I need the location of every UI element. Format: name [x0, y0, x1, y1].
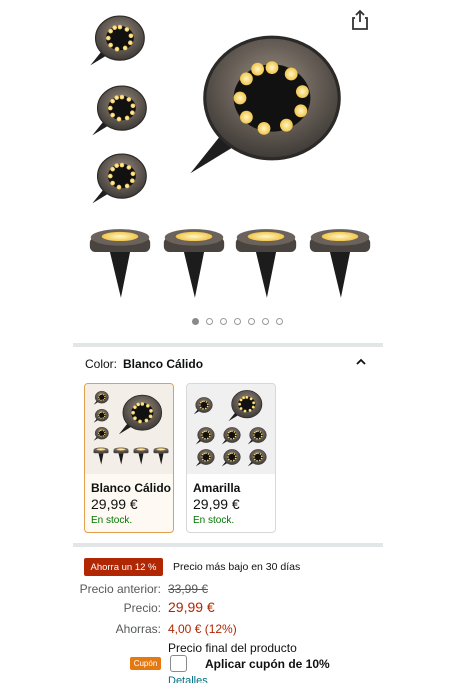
color-selector-header[interactable]: Color: Blanco Cálido [85, 357, 375, 371]
swatch-image [187, 384, 275, 474]
pagination-dot[interactable] [220, 318, 227, 325]
side-view-light [308, 226, 372, 300]
swatch-name: Blanco Cálido [91, 481, 172, 495]
pagination-dot[interactable] [234, 318, 241, 325]
product-thumbnail-light [84, 150, 154, 208]
chevron-up-icon[interactable] [354, 355, 368, 369]
swatch-stock: En stock. [91, 515, 133, 526]
coupon-text[interactable]: Aplicar cupón de 10% [205, 657, 330, 671]
section-divider [73, 543, 383, 547]
color-swatch-blanco-calido[interactable]: Blanco Cálido 29,99 € En stock. [84, 383, 174, 533]
color-selected-value: Blanco Cálido [123, 357, 204, 371]
savings-value: 4,00 € (12%) [168, 622, 237, 636]
swatch-image [85, 384, 173, 474]
product-main-image [174, 26, 354, 186]
pagination-dot[interactable] [262, 318, 269, 325]
price-value: 29,99 € [168, 599, 215, 615]
color-swatch-amarilla[interactable]: Amarilla 29,99 € En stock. [186, 383, 276, 533]
coupon-details-link[interactable]: Detalles [168, 675, 208, 683]
pagination-dot[interactable] [192, 318, 199, 325]
swatch-price: 29,99 € [91, 496, 138, 512]
product-thumbnail-light [82, 12, 152, 70]
product-image-gallery[interactable] [0, 0, 475, 340]
side-view-light [162, 226, 226, 300]
price-label: Precio: [123, 601, 161, 615]
swatch-price: 29,99 € [193, 496, 240, 512]
pagination-dot[interactable] [248, 318, 255, 325]
pagination-dot[interactable] [276, 318, 283, 325]
savings-label: Ahorras: [115, 622, 161, 636]
coupon-checkbox[interactable] [170, 655, 187, 672]
pagination-dot[interactable] [206, 318, 213, 325]
deal-badge: Ahorra un 12 % [84, 558, 163, 576]
product-thumbnail-light [84, 82, 154, 140]
deal-note: Precio más bajo en 30 días [173, 561, 301, 573]
side-view-light [234, 226, 298, 300]
section-divider [73, 343, 383, 347]
swatch-stock: En stock. [193, 515, 235, 526]
side-view-light [88, 226, 152, 300]
gallery-pagination[interactable] [0, 318, 475, 325]
color-label: Color: [85, 357, 118, 371]
coupon-badge: Cupón [130, 657, 161, 670]
swatch-name: Amarilla [193, 481, 241, 495]
previous-price-value: 33,99 € [168, 582, 209, 596]
previous-price-label: Precio anterior: [79, 582, 161, 596]
final-price-note: Precio final del producto [168, 641, 297, 655]
